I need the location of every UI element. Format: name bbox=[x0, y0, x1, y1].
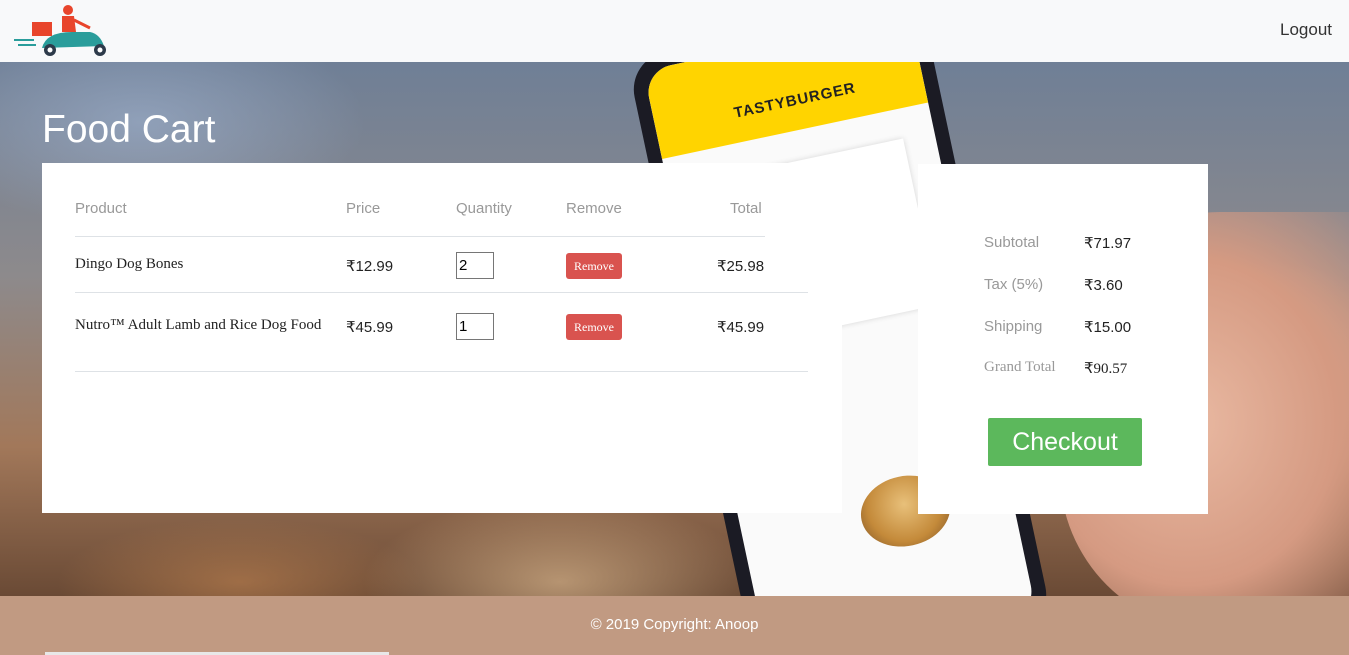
divider bbox=[75, 236, 765, 237]
page-title: Food Cart bbox=[42, 108, 216, 151]
item-name: Nutro™ Adult Lamb and Rice Dog Food bbox=[75, 317, 322, 333]
item-total: ₹45.99 bbox=[717, 319, 765, 336]
remove-button[interactable]: Remove bbox=[566, 253, 622, 279]
divider bbox=[75, 292, 808, 293]
header-total: Total bbox=[730, 200, 762, 217]
grand-total-value: ₹90.57 bbox=[1084, 361, 1128, 377]
subtotal-value: ₹71.97 bbox=[1084, 235, 1132, 252]
item-name: Dingo Dog Bones bbox=[75, 256, 184, 272]
shipping-label: Shipping bbox=[984, 318, 1043, 335]
checkout-button[interactable]: Checkout bbox=[988, 418, 1142, 466]
navbar: Logout bbox=[0, 0, 1349, 62]
header-product: Product bbox=[75, 200, 127, 217]
header-price: Price bbox=[346, 200, 381, 217]
divider bbox=[75, 371, 808, 372]
quantity-input[interactable] bbox=[456, 313, 494, 340]
tax-value: ₹3.60 bbox=[1084, 277, 1123, 294]
footer: © 2019 Copyright: Anoop bbox=[0, 596, 1349, 655]
logout-link[interactable]: Logout bbox=[1280, 20, 1332, 40]
grand-total-label: Grand Total bbox=[984, 359, 1056, 375]
item-price: ₹12.99 bbox=[346, 258, 394, 275]
header-quantity: Quantity bbox=[456, 200, 512, 217]
tax-label: Tax (5%) bbox=[984, 276, 1044, 293]
shipping-value: ₹15.00 bbox=[1084, 319, 1132, 336]
remove-button[interactable]: Remove bbox=[566, 314, 622, 340]
item-total: ₹25.98 bbox=[717, 258, 765, 275]
delivery-scooter-logo[interactable] bbox=[12, 2, 116, 58]
header-remove: Remove bbox=[566, 200, 622, 217]
footer-copyright: © 2019 Copyright: Anoop bbox=[590, 616, 759, 633]
quantity-input[interactable] bbox=[456, 252, 494, 279]
item-price: ₹45.99 bbox=[346, 319, 394, 336]
cart-panel: Product Price Quantity Remove Total Ding… bbox=[42, 163, 842, 513]
subtotal-label: Subtotal bbox=[984, 234, 1040, 251]
order-summary-panel: Subtotal ₹71.97 Tax (5%) ₹3.60 Shipping … bbox=[918, 164, 1208, 514]
